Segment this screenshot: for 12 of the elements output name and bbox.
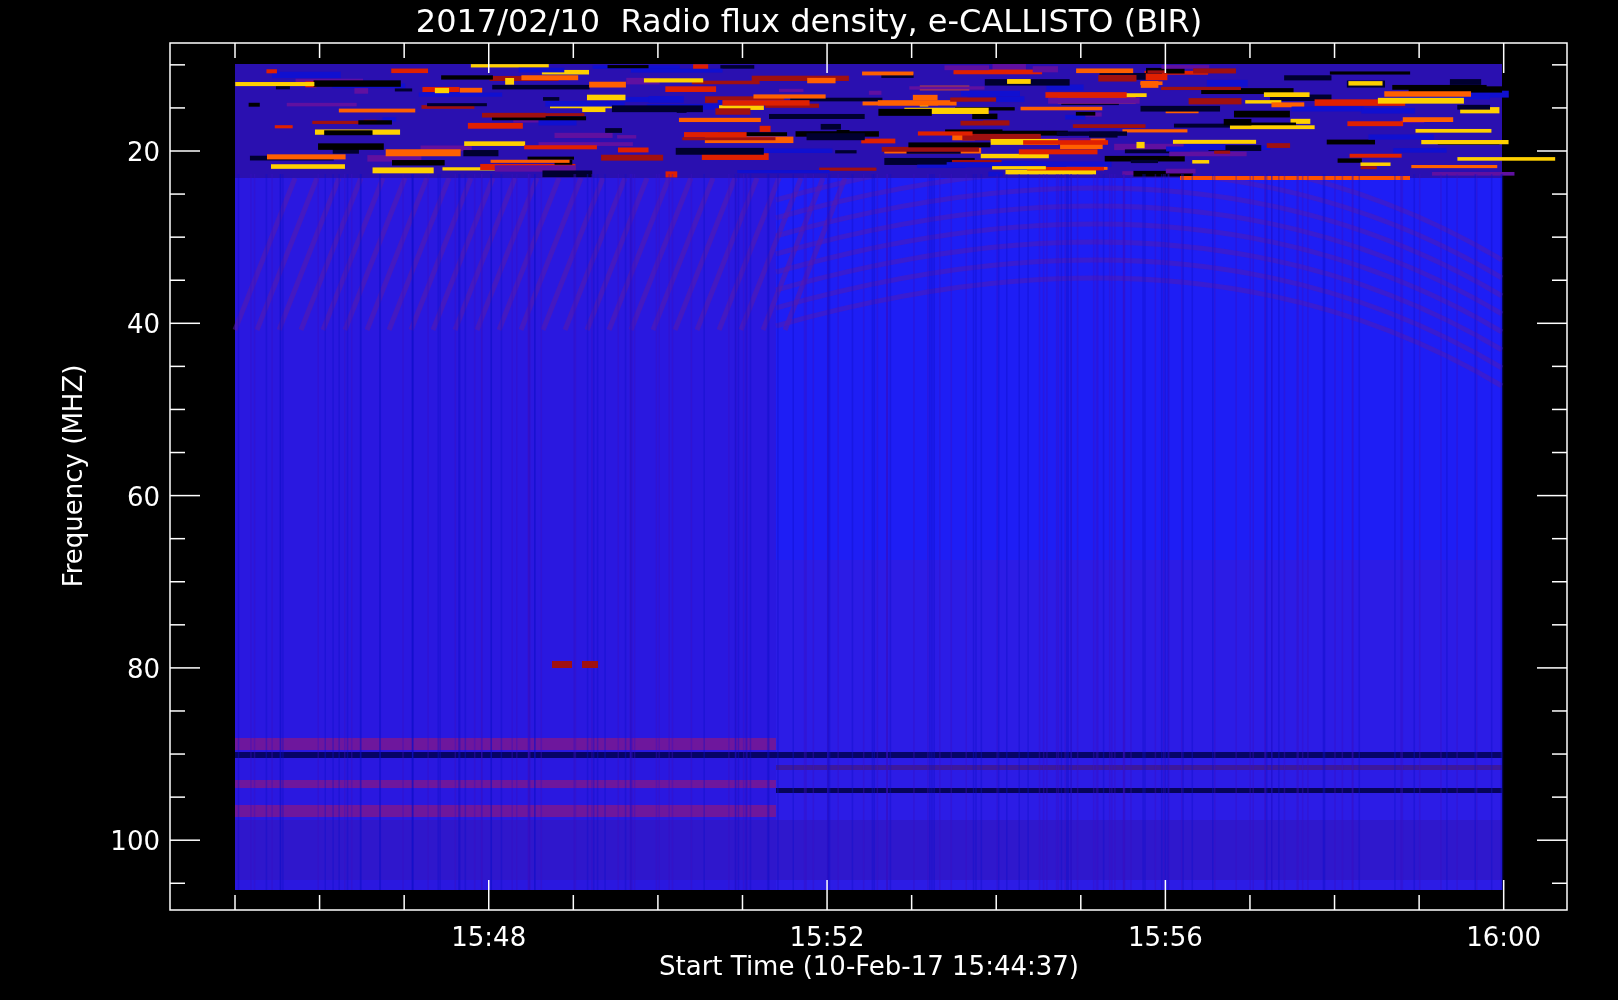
x-tick-label: 16:00: [1466, 922, 1542, 952]
y-tick-label: 40: [126, 309, 160, 340]
y-tick-label: 100: [110, 826, 160, 857]
y-axis-label: Frequency (MHZ): [58, 364, 88, 588]
y-tick-label: 20: [126, 137, 160, 167]
x-tick-label: 15:56: [1127, 922, 1203, 952]
y-tick-label: 60: [126, 481, 160, 512]
x-axis-label: Start Time (10-Feb-17 15:44:37): [659, 951, 1079, 981]
y-tick-label: 80: [126, 653, 160, 684]
x-tick-label: 15:48: [451, 922, 527, 952]
chart-title: 2017/02/10 Radio flux density, e-CALLISTO (BIR): [415, 2, 1203, 40]
x-tick-label: 15:52: [789, 922, 865, 952]
